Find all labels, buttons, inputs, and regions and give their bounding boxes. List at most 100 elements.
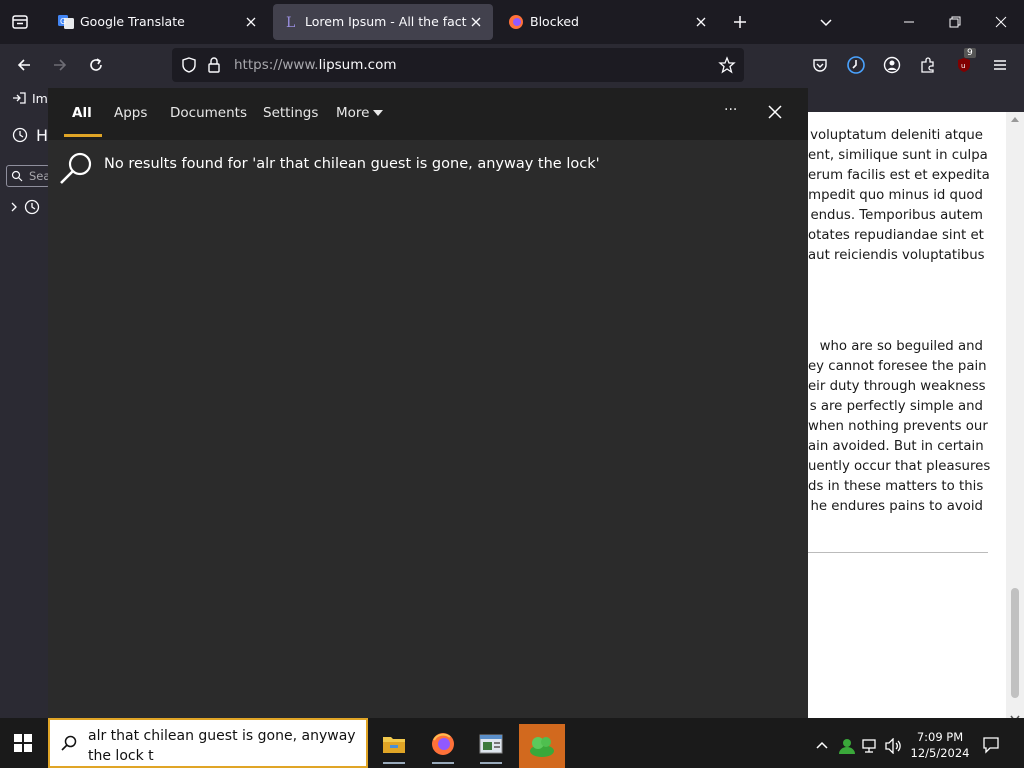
reload-icon[interactable]	[82, 51, 110, 79]
lorem-line: otates repudiandae sint et	[808, 228, 984, 243]
list-all-tabs-icon[interactable]	[812, 8, 840, 36]
url-protocol: https://www.	[234, 57, 319, 73]
taskbar-app-window[interactable]	[470, 724, 512, 764]
tab-strip: G Google Translate L Lorem Ipsum - All t…	[0, 0, 1024, 44]
file-explorer-icon	[382, 734, 406, 754]
url-text: https://www.lipsum.com	[234, 57, 397, 73]
taskbar-search-box[interactable]: alr that chilean guest is gone, anyway t…	[48, 718, 368, 768]
taskbar-app-file-explorer[interactable]	[373, 724, 415, 764]
back-arrow-icon[interactable]	[10, 51, 38, 79]
lorem-paragraph-1: voluptatum deleniti atque ent, similique …	[808, 126, 990, 266]
extensions-puzzle-icon[interactable]	[914, 51, 942, 79]
search-tab-documents[interactable]: Documents	[170, 105, 247, 121]
tab-label: Lorem Ipsum - All the facts - Li	[305, 14, 467, 29]
tab-label: Google Translate	[80, 14, 185, 29]
svg-text:u: u	[961, 62, 965, 70]
search-tab-more[interactable]: More	[336, 105, 369, 121]
new-tab-icon[interactable]	[726, 8, 754, 36]
notifications-icon[interactable]	[982, 736, 1000, 754]
hamburger-menu-icon[interactable]	[986, 51, 1014, 79]
magnifier-icon	[58, 150, 94, 186]
sidebar-search-input[interactable]: Sea	[6, 165, 50, 187]
game-app-icon	[528, 733, 556, 759]
pocket-icon[interactable]	[806, 51, 834, 79]
tab-lorem-ipsum[interactable]: L Lorem Ipsum - All the facts - Li	[273, 4, 493, 40]
url-bar[interactable]: https://www.lipsum.com	[172, 48, 744, 82]
tab-blocked[interactable]: Blocked	[498, 4, 718, 40]
account-icon[interactable]	[878, 51, 906, 79]
no-results-message: No results found for 'alr that chilean g…	[104, 156, 600, 172]
clock-date: 12/5/2024	[910, 746, 970, 760]
lorem-line: uently occur that pleasures	[808, 459, 991, 474]
chevron-up-icon[interactable]	[815, 740, 829, 750]
extension-badge: 9	[964, 48, 976, 58]
firefox-icon	[508, 14, 524, 30]
windows-start-icon[interactable]	[14, 734, 32, 752]
lorem-line: ey cannot foresee the pain	[808, 359, 987, 374]
close-tab-icon[interactable]	[242, 13, 260, 31]
close-tab-icon[interactable]	[692, 13, 710, 31]
search-icon	[11, 170, 23, 182]
people-tray-icon[interactable]	[838, 738, 856, 754]
more-options-icon[interactable]: ···	[724, 102, 737, 118]
google-translate-icon: G	[58, 14, 74, 30]
lock-icon[interactable]	[206, 56, 222, 74]
taskbar: alr that chilean guest is gone, anyway t…	[0, 718, 1024, 768]
system-clock[interactable]: 7:09 PM 12/5/2024	[905, 729, 975, 761]
section-divider	[808, 552, 988, 553]
search-icon	[60, 734, 78, 752]
lorem-line: when nothing prevents our	[808, 419, 988, 434]
tracking-protection-shield-icon[interactable]	[180, 56, 198, 74]
lorem-line: ent, similique sunt in culpa	[808, 148, 988, 163]
search-tab-apps[interactable]: Apps	[114, 105, 147, 121]
restore-icon[interactable]	[941, 8, 969, 36]
close-panel-icon[interactable]	[766, 103, 784, 121]
caret-down-icon[interactable]	[373, 109, 383, 117]
lorem-line: eir duty through weakness	[808, 379, 986, 394]
lorem-line: voluptatum deleniti atque	[810, 128, 983, 143]
taskbar-app-game[interactable]	[519, 724, 565, 768]
import-bookmarks-icon[interactable]	[12, 91, 26, 105]
bookmark-star-icon[interactable]	[718, 56, 736, 74]
lorem-line: ain avoided. But in certain	[808, 439, 984, 454]
sidebar-title: H	[36, 126, 49, 145]
url-host: lipsum.com	[318, 57, 397, 73]
firefox-icon	[431, 732, 455, 756]
tab-overview-icon[interactable]	[6, 8, 34, 36]
lorem-line: endus. Temporibus autem	[810, 208, 983, 223]
clock-time: 7:09 PM	[916, 730, 964, 744]
scroll-up-icon[interactable]	[1011, 116, 1019, 122]
tab-label: Blocked	[530, 14, 579, 29]
search-filter-tabs: All Apps Documents Settings More ···	[48, 88, 808, 140]
ublock-origin-icon[interactable]: u 9	[950, 48, 978, 79]
timer-extension-icon[interactable]	[842, 51, 870, 79]
forward-arrow-icon[interactable]	[46, 51, 74, 79]
app-window-icon	[479, 733, 503, 755]
search-tab-settings[interactable]: Settings	[263, 105, 318, 121]
lorem-line: who are so beguiled and	[819, 339, 983, 354]
lorem-line: erum facilis est et expedita	[808, 168, 990, 183]
history-clock-icon	[12, 127, 28, 143]
minimize-icon[interactable]	[895, 8, 923, 36]
close-tab-icon[interactable]	[467, 13, 485, 31]
active-tab-indicator	[64, 134, 102, 137]
close-window-icon[interactable]	[987, 8, 1015, 36]
lorem-line: ds in these matters to this	[808, 479, 984, 494]
search-tab-all[interactable]: All	[72, 105, 92, 121]
tab-google-translate[interactable]: G Google Translate	[48, 4, 268, 40]
network-icon[interactable]	[862, 738, 880, 754]
taskbar-app-firefox[interactable]	[422, 724, 464, 764]
windows-search-panel: All Apps Documents Settings More ··· No …	[48, 88, 808, 718]
page-scrollbar[interactable]	[1006, 112, 1024, 728]
chevron-right-icon[interactable]	[8, 200, 20, 214]
svg-text:L: L	[286, 15, 295, 30]
taskbar-search-input[interactable]: alr that chilean guest is gone, anyway t…	[88, 726, 358, 766]
lipsum-icon: L	[283, 14, 299, 30]
lorem-line: he endures pains to avoid	[810, 499, 983, 514]
scrollbar-thumb[interactable]	[1011, 588, 1019, 698]
web-page-content: voluptatum deleniti atque ent, similique …	[808, 112, 1006, 728]
lorem-line: aut reiciendis voluptatibus	[808, 248, 985, 263]
volume-icon[interactable]	[885, 738, 903, 754]
svg-text:G: G	[60, 17, 66, 26]
history-sidebar: H Sea	[0, 112, 50, 728]
